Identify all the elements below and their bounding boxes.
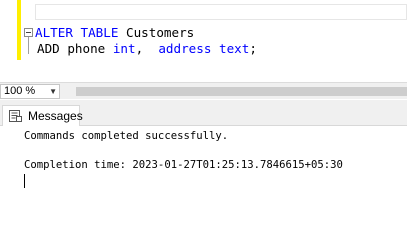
messages-icon xyxy=(9,110,22,122)
text-caret xyxy=(24,174,25,188)
table-name: Customers xyxy=(118,25,195,40)
tab-messages[interactable]: Messages xyxy=(2,105,83,126)
type-text: text xyxy=(219,41,250,56)
tab-messages-label: Messages xyxy=(28,109,83,123)
sql-keyword-add: ADD xyxy=(37,41,60,56)
chevron-down-icon[interactable]: ▼ xyxy=(49,85,57,98)
semicolon: ; xyxy=(249,41,257,56)
scrollbar-thumb[interactable] xyxy=(76,87,407,96)
sql-keyword-alter-table: ALTER TABLE xyxy=(35,25,119,40)
message-commands-completed: Commands completed successfully. xyxy=(24,130,229,142)
comma-separator: , xyxy=(135,41,159,56)
column-name-address: address xyxy=(158,41,212,56)
type-int: int xyxy=(112,41,136,56)
zoom-value: 100 % xyxy=(4,85,36,97)
horizontal-scrollbar[interactable] xyxy=(62,85,407,98)
messages-pane[interactable]: Commands completed successfully. Complet… xyxy=(0,126,407,221)
change-tracking-bar xyxy=(17,0,21,60)
code-line-2[interactable]: ADD phone int, address text; xyxy=(24,40,257,58)
editor-status-bar: 100 % ▼ xyxy=(0,82,407,99)
message-completion-time: Completion time: 2023-01-27T01:25:13.784… xyxy=(24,159,343,171)
results-tabstrip: Messages xyxy=(0,100,407,126)
zoom-dropdown[interactable]: 100 % ▼ xyxy=(0,84,60,99)
current-line-highlight xyxy=(35,4,407,20)
collapse-icon[interactable] xyxy=(24,28,33,37)
query-editor[interactable]: ALTER TABLE Customers ADD phone int, add… xyxy=(0,0,407,82)
column-name-phone: phone xyxy=(59,41,113,56)
